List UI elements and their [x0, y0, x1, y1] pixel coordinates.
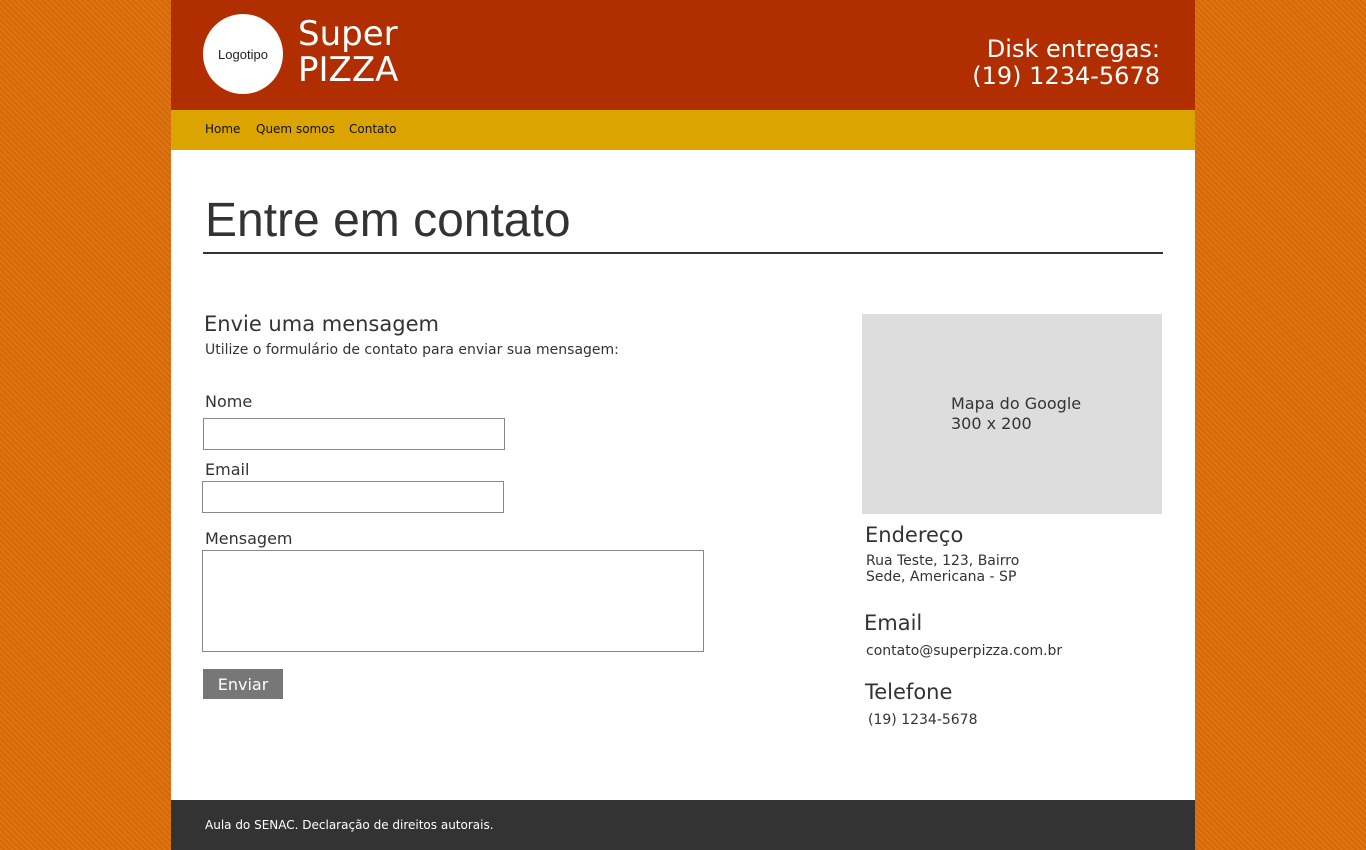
- address-line-1: Rua Teste, 123, Bairro: [866, 553, 1020, 569]
- email-label: Email: [205, 460, 250, 479]
- page-container: Logotipo Super PIZZA Disk entregas: (19)…: [171, 0, 1195, 850]
- site-header: Logotipo Super PIZZA Disk entregas: (19)…: [171, 0, 1195, 110]
- map-line-2: 300 x 200: [951, 414, 1032, 433]
- footer-text: Aula do SENAC. Declaração de direitos au…: [205, 818, 494, 832]
- nav-item-contato[interactable]: Contato: [349, 122, 396, 136]
- delivery-phone: (19) 1234-5678: [972, 62, 1160, 90]
- page-title: Entre em contato: [205, 194, 571, 247]
- site-footer: Aula do SENAC. Declaração de direitos au…: [171, 800, 1195, 850]
- brand-line-2: PIZZA: [298, 50, 399, 90]
- email-heading: Email: [864, 611, 923, 635]
- delivery-info: Disk entregas: (19) 1234-5678: [972, 36, 1160, 90]
- contact-email: contato@superpizza.com.br: [866, 643, 1063, 659]
- message-field[interactable]: [202, 550, 704, 652]
- address-heading: Endereço: [865, 523, 964, 547]
- form-heading: Envie uma mensagem: [204, 312, 439, 336]
- address-line-2: Sede, Americana - SP: [866, 569, 1017, 585]
- title-divider: [203, 252, 1163, 254]
- form-subtitle: Utilize o formulário de contato para env…: [205, 342, 619, 358]
- submit-button[interactable]: Enviar: [203, 669, 283, 699]
- name-field[interactable]: [203, 418, 505, 450]
- contact-phone: (19) 1234-5678: [868, 712, 978, 728]
- map-placeholder-text: Mapa do Google 300 x 200: [951, 394, 1081, 434]
- nav-item-home[interactable]: Home: [205, 122, 240, 136]
- message-label: Mensagem: [205, 529, 293, 548]
- brand-name: Super PIZZA: [298, 16, 398, 88]
- name-label: Nome: [205, 392, 253, 411]
- brand-line-1: Super: [298, 14, 398, 54]
- logo[interactable]: Logotipo: [203, 14, 283, 94]
- main-nav: Home Quem somos Contato: [171, 110, 1195, 150]
- map-placeholder: Mapa do Google 300 x 200: [862, 314, 1162, 514]
- phone-heading: Telefone: [865, 680, 953, 704]
- delivery-label: Disk entregas:: [986, 35, 1160, 63]
- map-line-1: Mapa do Google: [951, 394, 1082, 413]
- logo-text: Logotipo: [218, 46, 268, 62]
- nav-item-quem-somos[interactable]: Quem somos: [256, 122, 335, 136]
- address-text: Rua Teste, 123, Bairro Sede, Americana -…: [866, 553, 1019, 585]
- email-field[interactable]: [202, 481, 504, 513]
